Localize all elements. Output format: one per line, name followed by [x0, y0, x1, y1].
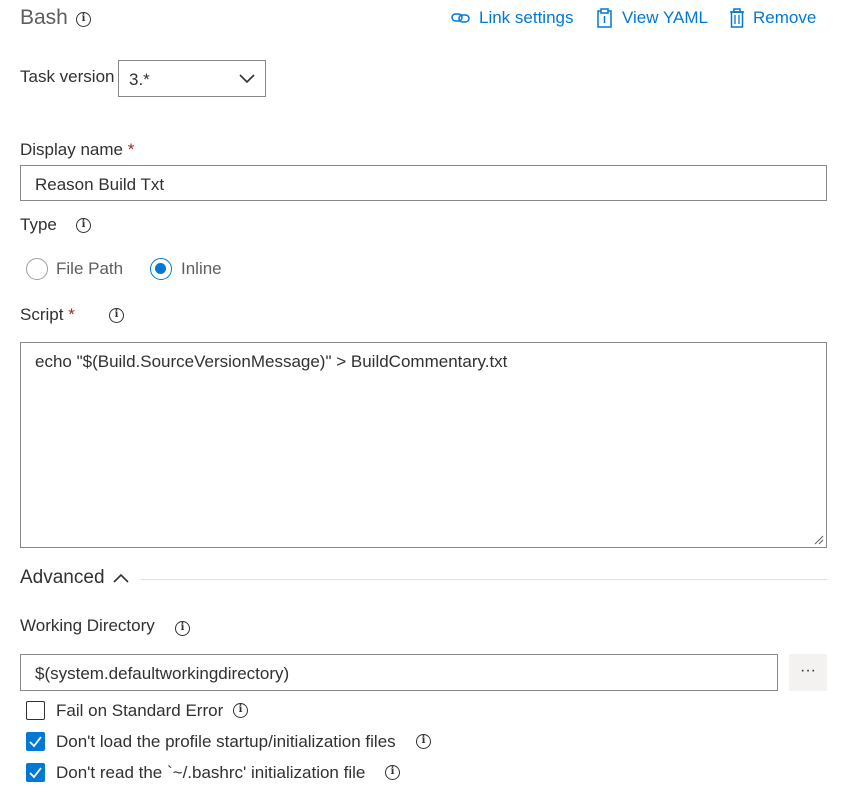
script-label-text: Script [20, 305, 64, 324]
required-mark: * [68, 305, 75, 324]
task-title-text: Bash [20, 6, 68, 29]
checkbox-no-profile[interactable] [26, 732, 45, 751]
checkbox-no-rc-label[interactable]: Don't read the `~/.bashrc' initializatio… [56, 763, 365, 783]
no-rc-info-icon[interactable]: i [385, 765, 400, 780]
required-mark: * [127, 140, 135, 159]
link-settings-label: Link settings [479, 8, 574, 27]
radio-file-path[interactable] [26, 258, 48, 280]
chevron-down-icon [239, 74, 255, 84]
working-directory-field[interactable]: $(system.defaultworkingdirectory) [20, 654, 778, 691]
remove-label: Remove [753, 8, 817, 27]
script-textarea[interactable]: echo "$(Build.SourceVersionMessage)" > B… [20, 342, 827, 548]
view-yaml-label: View YAML [622, 8, 708, 27]
task-version-label: Task version [20, 67, 115, 86]
checkmark-icon [29, 767, 42, 779]
radio-inline-label[interactable]: Inline [181, 259, 222, 279]
script-label: Script * [20, 305, 75, 325]
trash-icon [730, 8, 744, 28]
checkmark-icon [29, 736, 42, 748]
link-icon [451, 13, 470, 23]
type-info-icon[interactable]: i [76, 218, 91, 233]
working-directory-info-icon[interactable]: i [175, 621, 190, 636]
resize-handle-icon[interactable] [814, 535, 824, 545]
radio-inline[interactable] [150, 258, 172, 280]
display-name-label-text: Display name [20, 140, 123, 159]
title-info-icon[interactable]: i [76, 12, 91, 27]
checkbox-no-profile-label[interactable]: Don't load the profile startup/initializ… [56, 732, 396, 752]
advanced-section-toggle[interactable]: Advanced [20, 567, 129, 589]
fail-on-stderr-info-icon[interactable]: i [233, 703, 248, 718]
checkbox-fail-on-stderr-label[interactable]: Fail on Standard Error [56, 701, 223, 721]
advanced-divider [141, 579, 827, 580]
link-settings-button[interactable]: Link settings [451, 8, 574, 28]
task-version-dropdown[interactable]: 3.* [118, 60, 266, 97]
checkbox-no-rc[interactable] [26, 763, 45, 782]
advanced-label: Advanced [20, 567, 105, 588]
task-title: Bash [20, 6, 68, 30]
display-name-field[interactable]: Reason Build Txt [20, 165, 827, 201]
browse-button[interactable]: ··· [789, 654, 827, 691]
radio-file-path-label[interactable]: File Path [56, 259, 123, 279]
working-directory-value: $(system.defaultworkingdirectory) [35, 664, 290, 683]
no-profile-info-icon[interactable]: i [416, 734, 431, 749]
browse-button-label: ··· [800, 662, 816, 679]
script-value: echo "$(Build.SourceVersionMessage)" > B… [35, 352, 508, 371]
checkbox-fail-on-stderr[interactable] [26, 701, 45, 720]
chevron-up-icon [112, 573, 129, 583]
radio-inline-dot [155, 263, 166, 274]
type-label: Type [20, 215, 57, 234]
view-yaml-button[interactable]: View YAML [596, 8, 708, 28]
script-info-icon[interactable]: i [109, 308, 124, 323]
display-name-label: Display name * [20, 140, 134, 160]
display-name-value: Reason Build Txt [35, 175, 165, 194]
working-directory-label: Working Directory [20, 616, 155, 635]
task-version-value: 3.* [129, 70, 150, 89]
remove-button[interactable]: Remove [729, 8, 816, 28]
clipboard-icon [597, 8, 612, 28]
